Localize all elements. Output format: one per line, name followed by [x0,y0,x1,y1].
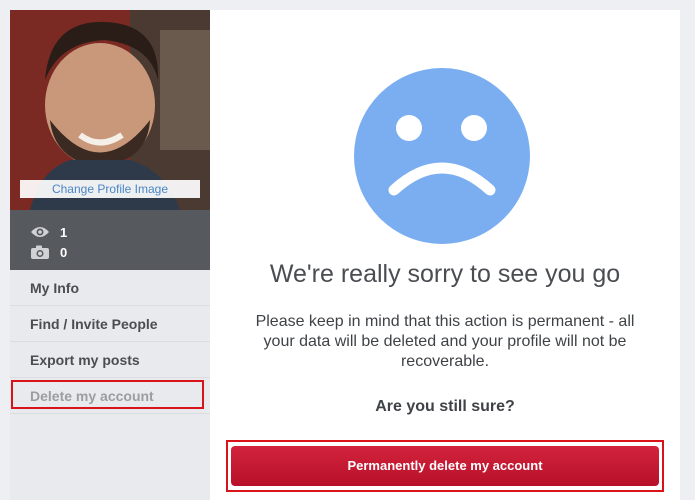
profile-photo: Change Profile Image [10,10,210,210]
profile-stats: 1 0 [10,210,210,270]
photos-stat: 0 [30,242,210,262]
views-stat: 1 [30,222,210,242]
permanent-warning-text: Please keep in mind that this action is … [255,313,635,370]
menu-item-find-invite-people[interactable]: Find / Invite People [10,306,210,342]
menu-item-delete-account[interactable]: Delete my account [10,378,210,414]
confirm-question: Are you still sure? [375,398,515,415]
eye-icon [30,225,52,239]
delete-account-panel: We're really sorry to see you go Please … [210,10,680,500]
sidebar: Change Profile Image 1 0 My Info Find / … [10,10,210,500]
photos-count: 0 [60,244,68,260]
page-title: We're really sorry to see you go [269,260,621,288]
menu-item-my-info[interactable]: My Info [10,270,210,306]
views-count: 1 [60,224,68,240]
permanently-delete-account-button[interactable]: Permanently delete my account [231,446,659,486]
menu-item-export-posts[interactable]: Export my posts [10,342,210,378]
change-profile-image-button[interactable]: Change Profile Image [20,180,200,198]
delete-button-highlight: Permanently delete my account [226,440,664,492]
sad-face-icon [354,68,530,244]
camera-icon [30,245,52,259]
account-menu: My Info Find / Invite People Export my p… [10,270,210,414]
